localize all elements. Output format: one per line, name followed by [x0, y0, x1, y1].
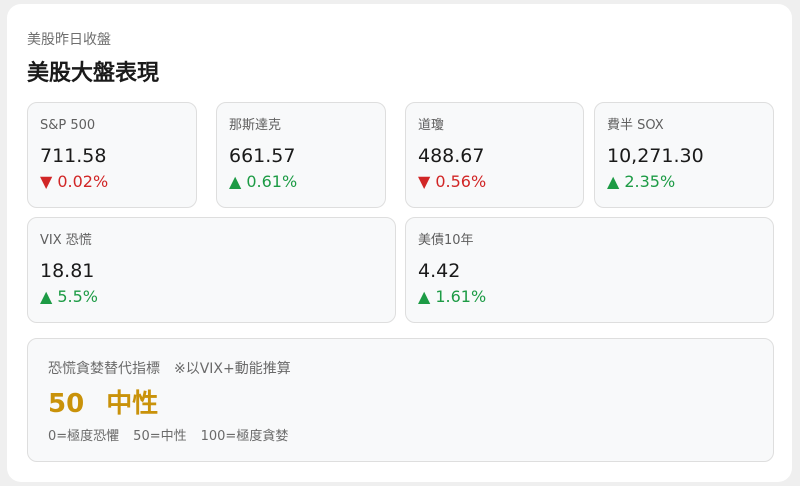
fear-greed-legend: 0=極度恐懼 50=中性 100=極度貪婪 — [48, 428, 302, 446]
fear-greed-panel: 恐慌貪婪替代指標 ※以VIX+動能推算 50 中性 0=極度恐懼 50=中性 100=極… — [27, 338, 774, 462]
fear-greed-note: ※以VIX+動能推算 — [174, 361, 291, 377]
index-change: ▲ 5.5% — [40, 287, 98, 307]
index-value: 4.42 — [418, 260, 461, 282]
index-tile-dow: 道瓊 488.67 ▼ 0.56% — [405, 102, 584, 208]
down-arrow-icon: ▼ — [40, 172, 53, 191]
index-value: 488.67 — [418, 145, 485, 167]
index-value: 10,271.30 — [607, 145, 704, 167]
index-change-value: 1.61% — [435, 287, 487, 306]
market-summary-card: 美股昨日收盤 美股大盤表現 S&P 500 711.58 ▼ 0.02% 那斯達克… — [7, 4, 792, 482]
index-value: 711.58 — [40, 145, 107, 167]
index-change: ▼ 0.02% — [40, 172, 108, 192]
card-title: 美股大盤表現 — [27, 61, 160, 86]
index-tile-us10y: 美債10年 4.42 ▲ 1.61% — [405, 217, 774, 323]
index-change-value: 2.35% — [624, 172, 676, 191]
legend-item-neutral: 50=中性 — [133, 429, 187, 444]
index-label: 那斯達克 — [229, 118, 282, 133]
index-tile-sp500: S&P 500 711.58 ▼ 0.02% — [27, 102, 197, 208]
index-label: 道瓊 — [418, 118, 445, 133]
index-value: 661.57 — [229, 145, 296, 167]
index-change: ▲ 2.35% — [607, 172, 675, 192]
index-value: 18.81 — [40, 260, 95, 282]
index-label: VIX 恐慌 — [40, 233, 92, 248]
index-label: 美債10年 — [418, 233, 474, 248]
fear-greed-title-row: 恐慌貪婪替代指標 ※以VIX+動能推算 — [48, 360, 291, 378]
index-change-value: 5.5% — [57, 287, 98, 306]
index-change-value: 0.56% — [435, 172, 487, 191]
fear-greed-score-row: 50 中性 — [48, 387, 158, 421]
card-subtitle: 美股昨日收盤 — [27, 32, 111, 48]
up-arrow-icon: ▲ — [418, 287, 431, 306]
fear-greed-score: 50 — [48, 389, 85, 419]
index-tile-nasdaq: 那斯達克 661.57 ▲ 0.61% — [216, 102, 386, 208]
up-arrow-icon: ▲ — [40, 287, 53, 306]
index-change: ▲ 0.61% — [229, 172, 297, 192]
index-tile-sox: 費半 SOX 10,271.30 ▲ 2.35% — [594, 102, 774, 208]
index-label: 費半 SOX — [607, 118, 664, 133]
index-change: ▲ 1.61% — [418, 287, 486, 307]
up-arrow-icon: ▲ — [607, 172, 620, 191]
index-change-value: 0.02% — [57, 172, 109, 191]
down-arrow-icon: ▼ — [418, 172, 431, 191]
up-arrow-icon: ▲ — [229, 172, 242, 191]
legend-item-extreme-fear: 0=極度恐懼 — [48, 429, 120, 444]
index-tile-vix: VIX 恐慌 18.81 ▲ 5.5% — [27, 217, 396, 323]
legend-item-extreme-greed: 100=極度貪婪 — [200, 429, 289, 444]
index-change: ▼ 0.56% — [418, 172, 486, 192]
index-label: S&P 500 — [40, 118, 96, 133]
fear-greed-label: 中性 — [106, 389, 159, 419]
fear-greed-title: 恐慌貪婪替代指標 — [48, 361, 160, 377]
index-change-value: 0.61% — [246, 172, 298, 191]
